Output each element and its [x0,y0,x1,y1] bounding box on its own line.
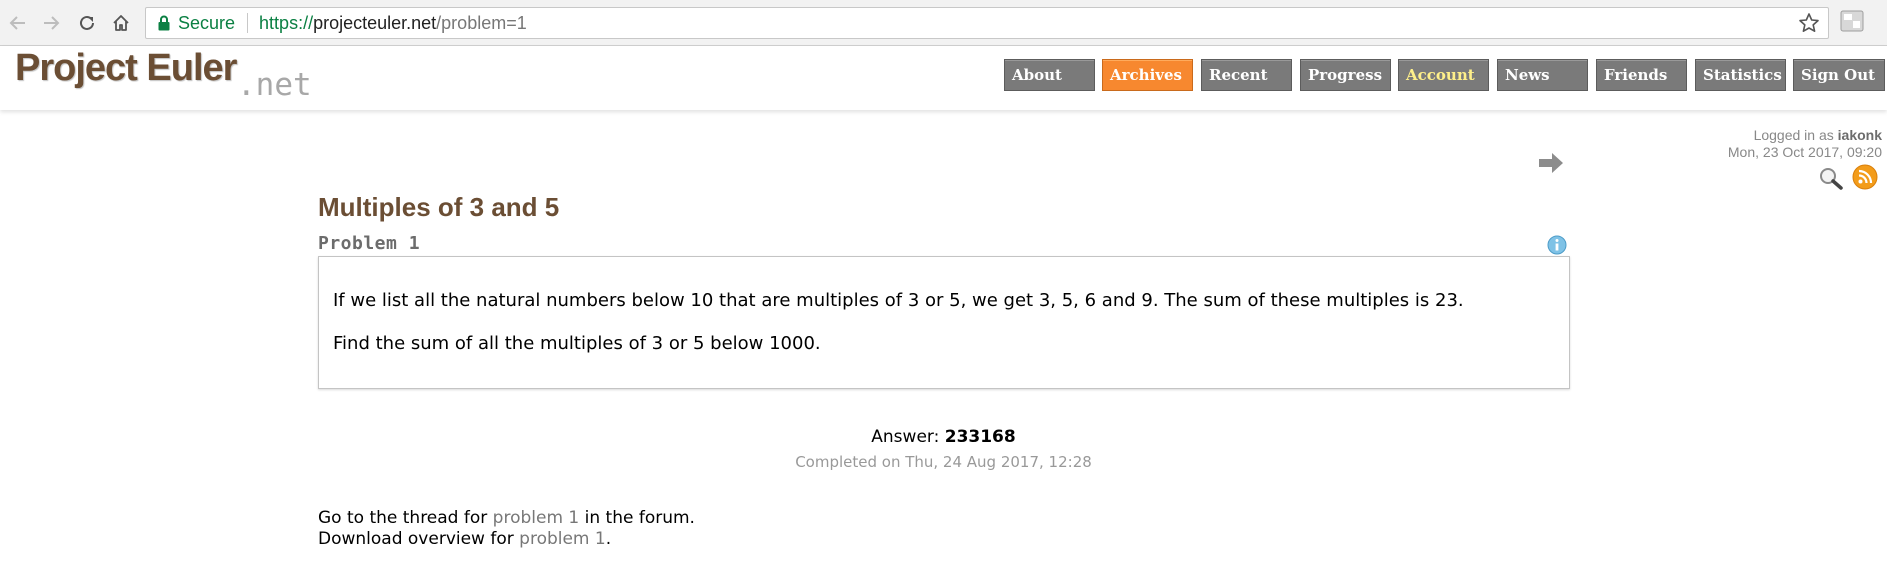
problem-paragraph: If we list all the natural numbers below… [333,290,1464,311]
logged-in-line: Logged in as iakonk [1728,127,1882,144]
forward-button[interactable] [39,11,63,35]
url-host: projecteuler.net [313,12,437,33]
nav-recent[interactable]: Recent [1201,59,1292,91]
answer-label: Answer: [871,427,940,447]
logged-in-prefix: Logged in as [1753,127,1834,143]
extension-icon[interactable] [1840,9,1864,37]
arrow-left-icon [9,16,25,30]
nav-news[interactable]: News [1497,59,1588,91]
completed-date: Completed on Thu, 24 Aug 2017, 12:28 [795,453,1092,471]
url-scheme: https:// [259,12,314,33]
nav-statistics[interactable]: Statistics [1695,59,1786,91]
next-problem-arrow-icon[interactable] [1537,152,1565,178]
search-icon[interactable] [1818,166,1844,194]
answer-line: Answer: 233168 [0,427,1887,447]
rss-feed-icon[interactable] [1852,164,1878,194]
url-path: /problem=1 [436,12,527,33]
problem-paragraph: Find the sum of all the multiples of 3 o… [333,333,821,354]
download-overview-link[interactable]: problem 1 [519,529,606,549]
url-text[interactable]: https://projecteuler.net/problem=1 [259,13,527,34]
reload-icon [80,15,94,30]
address-bar[interactable]: Secure https://projecteuler.net/problem=… [145,7,1829,39]
tool-icons [1818,164,1878,190]
nav-account[interactable]: Account [1398,59,1489,91]
answer-value: 233168 [944,427,1016,447]
back-button[interactable] [6,11,30,35]
nav-progress[interactable]: Progress [1300,59,1391,91]
download-suffix: . [605,529,612,549]
secure-label: Secure [178,12,236,33]
reload-button[interactable] [75,11,99,35]
home-button[interactable] [109,11,133,35]
site-logo[interactable]: Project Euler [15,47,237,90]
nav-archives[interactable]: Archives [1102,59,1193,91]
problem-content: If we list all the natural numbers below… [318,256,1570,389]
problem-links: Go to the thread for problem 1 in the fo… [318,508,695,550]
site-logo-suffix: .net [237,67,312,103]
download-overview-line: Download overview for problem 1. [318,529,695,550]
lock-icon [158,15,170,31]
download-prefix: Download overview for [318,529,514,549]
address-divider [247,13,249,33]
thread-suffix: in the forum. [584,508,695,528]
nav-about[interactable]: About [1004,59,1095,91]
home-icon [113,15,129,31]
forum-thread-link[interactable]: problem 1 [493,508,580,528]
arrow-right-icon [44,16,60,30]
problem-title: Multiples of 3 and 5 [318,192,560,222]
forum-thread-line: Go to the thread for problem 1 in the fo… [318,508,695,529]
problem-number: Problem 1 [318,233,421,254]
login-datetime: Mon, 23 Oct 2017, 09:20 [1727,144,1882,160]
nav-sign-out[interactable]: Sign Out [1793,59,1885,91]
site-header: Project Euler .net About Archives Recent… [0,46,1887,110]
bookmark-star-icon[interactable] [1798,12,1820,39]
thread-prefix: Go to the thread for [318,508,488,528]
login-info: Logged in as iakonk Mon, 23 Oct 2017, 09… [1728,127,1882,161]
browser-toolbar: Secure https://projecteuler.net/problem=… [0,0,1887,46]
username: iakonk [1837,127,1882,143]
nav-friends[interactable]: Friends [1596,59,1687,91]
